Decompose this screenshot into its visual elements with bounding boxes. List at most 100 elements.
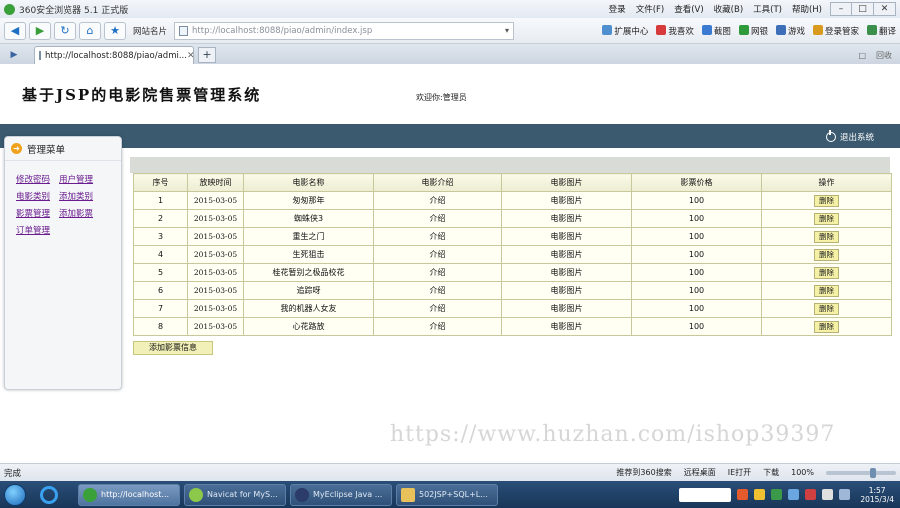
delete-button[interactable]: 删除 (814, 302, 839, 315)
cell-price: 100 (631, 317, 762, 336)
delete-button[interactable]: 删除 (814, 284, 839, 297)
tray-app-icon[interactable] (754, 489, 766, 500)
cell-movie-name: 重生之门 (243, 227, 374, 246)
add-ticket-button[interactable]: 添加影票信息 (133, 341, 213, 355)
menu-tools[interactable]: 工具(T) (753, 3, 782, 15)
tab-admin-index[interactable]: http://localhost:8088/piao/admi... ✕ (34, 46, 194, 64)
logout-link[interactable]: 退出系统 (825, 130, 874, 143)
menu-row: 修改密码 用户管理 (16, 170, 121, 187)
forward-button[interactable]: ▶ (29, 21, 51, 40)
table-row: 4 2015-03-05 生死狙击 介绍 电影图片 100 删除 (133, 245, 892, 264)
status-text: 完成 (4, 468, 22, 479)
cell-image: 电影图片 (501, 281, 632, 300)
home-button[interactable]: ⌂ (79, 21, 101, 40)
screenshot-button[interactable]: 截图 (701, 24, 731, 37)
back-button[interactable]: ◀ (4, 21, 26, 40)
taskbar-item-browser[interactable]: http://localhost... (78, 483, 180, 506)
url-input[interactable] (192, 25, 505, 36)
cell-action: 删除 (761, 245, 892, 264)
sidebar-item-add-category[interactable]: 添加类别 (59, 190, 93, 202)
delete-button[interactable]: 删除 (814, 266, 839, 279)
url-dropdown-icon[interactable]: ▾ (505, 26, 509, 35)
maximize-button[interactable]: □ (852, 2, 874, 16)
translate-button[interactable]: 翻译 (866, 24, 896, 37)
ie-quicklaunch-icon[interactable] (40, 485, 58, 504)
refresh-button[interactable]: ↻ (54, 21, 76, 40)
open-in-ie-button[interactable]: IE打开 (728, 467, 751, 478)
like-button[interactable]: 我喜欢 (656, 24, 694, 37)
key-icon (812, 24, 823, 35)
sidebar-item-order-management[interactable]: 订单管理 (16, 224, 50, 236)
recommend-360-button[interactable]: 推荐到360搜索 (616, 467, 671, 478)
minimize-button[interactable]: – (830, 2, 852, 16)
download-button[interactable]: 下载 (763, 467, 779, 478)
delete-button[interactable]: 删除 (814, 194, 839, 207)
system-title: 基于JSP的电影院售票管理系统 (22, 86, 262, 104)
menu-file[interactable]: 文件(F) (636, 3, 665, 15)
remote-desktop-button[interactable]: 远程桌面 (684, 467, 716, 478)
volume-icon[interactable] (822, 489, 834, 500)
taskbar-item-navicat[interactable]: Navicat for MyS... (184, 483, 286, 506)
new-tab-button[interactable]: + (198, 47, 216, 63)
login-manager-button[interactable]: 登录管家 (812, 24, 859, 37)
taskbar-clock[interactable]: 1:57 2015/3/4 (860, 486, 894, 504)
tray-app-icon[interactable] (788, 489, 800, 500)
network-icon[interactable] (839, 489, 851, 500)
cell-image: 电影图片 (501, 299, 632, 318)
sidebar-item-user-management[interactable]: 用户管理 (59, 173, 93, 185)
cell-action: 删除 (761, 191, 892, 210)
cell-intro: 介绍 (373, 281, 502, 300)
menu-help[interactable]: 帮助(H) (792, 3, 822, 15)
cell-intro: 介绍 (373, 317, 502, 336)
ticket-table-container: 序号 放映时间 电影名称 电影介绍 电影图片 影票价格 操作 1 2015-03-… (133, 173, 892, 336)
start-button[interactable] (4, 483, 26, 506)
zoom-slider-handle[interactable] (870, 467, 876, 478)
menu-view[interactable]: 查看(V) (674, 3, 703, 15)
delete-button[interactable]: 删除 (814, 248, 839, 261)
delete-button[interactable]: 删除 (814, 212, 839, 225)
favorite-star-button[interactable]: ★ (104, 21, 126, 40)
games-button[interactable]: 游戏 (775, 24, 805, 37)
browser-icon (83, 487, 97, 502)
tab-bar: ▶ http://localhost:8088/piao/admi... ✕ +… (0, 44, 900, 64)
cell-movie-name: 我的机器人女友 (243, 299, 374, 318)
tray-app-icon[interactable] (737, 489, 749, 500)
menu-login[interactable]: 登录 (609, 3, 626, 15)
site-card-button[interactable]: 网站名片 (133, 25, 167, 37)
cell-showtime: 2015-03-05 (187, 191, 244, 210)
clock-time: 1:57 (868, 485, 886, 495)
tray-app-icon[interactable] (805, 489, 817, 500)
menu-row: 电影类别 添加类别 (16, 187, 121, 204)
menu-favorites[interactable]: 收藏(B) (714, 3, 743, 15)
cell-price: 100 (631, 245, 762, 264)
cell-intro: 介绍 (373, 209, 502, 228)
cell-action: 删除 (761, 317, 892, 336)
taskbar-item-folder[interactable]: 502JSP+SQL+L... (396, 483, 498, 506)
taskbar-search-box[interactable] (679, 487, 732, 502)
tray-app-icon[interactable] (771, 489, 783, 500)
sidebar-item-add-ticket[interactable]: 添加影票 (59, 207, 93, 219)
taskbar-item-myeclipse[interactable]: MyEclipse Java ... (290, 483, 392, 506)
zoom-level[interactable]: 100% (791, 468, 814, 477)
restore-tabs-button[interactable]: □ (858, 51, 866, 60)
sidebar-item-ticket-management[interactable]: 影票管理 (16, 207, 50, 219)
close-window-button[interactable]: ✕ (874, 2, 896, 16)
tab-close-icon[interactable]: ✕ (187, 51, 195, 61)
browser-navbar: ◀ ▶ ↻ ⌂ ★ 网站名片 ▾ 扩展中心 我喜欢 截图 网银 游戏 登录管家 … (0, 18, 900, 44)
extension-center-button[interactable]: 扩展中心 (602, 24, 648, 37)
sidebar-toggle-icon[interactable]: ▶ (4, 46, 24, 64)
sidebar-item-movie-category[interactable]: 电影类别 (16, 190, 50, 202)
extension-icon (602, 24, 613, 35)
bank-button[interactable]: 网银 (738, 24, 768, 37)
delete-button[interactable]: 删除 (814, 230, 839, 243)
recycle-bin-button[interactable]: 回收 (876, 50, 892, 61)
games-label: 游戏 (787, 26, 805, 37)
cell-intro: 介绍 (373, 263, 502, 282)
task-label: Navicat for MyS... (207, 490, 278, 499)
table-row: 6 2015-03-05 追踪呀 介绍 电影图片 100 删除 (133, 281, 892, 300)
delete-button[interactable]: 删除 (814, 320, 839, 333)
cell-intro: 介绍 (373, 227, 502, 246)
cell-showtime: 2015-03-05 (187, 227, 244, 246)
zoom-slider[interactable] (826, 467, 896, 478)
sidebar-item-change-password[interactable]: 修改密码 (16, 173, 50, 185)
